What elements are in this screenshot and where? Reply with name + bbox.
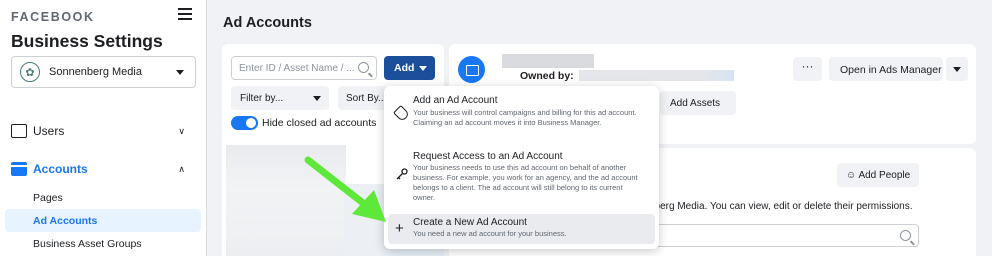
redacted-list-item <box>344 184 386 256</box>
menu-item-description: You need a new ad account for your busin… <box>413 229 567 238</box>
hide-closed-toggle[interactable] <box>231 116 258 130</box>
redacted-list-item <box>226 145 346 256</box>
menu-item-description: Your business will control campaigns and… <box>413 108 637 127</box>
add-assets-label: Add Assets <box>670 98 721 109</box>
sort-dropdown[interactable]: Sort By... <box>338 86 388 110</box>
chevron-up-icon: ∧ <box>178 163 185 174</box>
add-button-label: Add <box>394 62 415 74</box>
menu-item-title: Request Access to an Ad Account <box>413 151 563 162</box>
search-icon <box>900 230 911 241</box>
add-assets-button[interactable]: Add Assets <box>660 91 736 115</box>
accounts-icon <box>11 162 27 176</box>
menu-item-description: Your business needs to use this ad accou… <box>413 163 638 202</box>
sidebar: FACEBOOK Business Settings ✿ Sonnenberg … <box>0 0 207 256</box>
menu-item-request-access[interactable]: Request Access to an Ad Account Your bus… <box>384 146 659 214</box>
search-input[interactable]: Enter ID / Asset Name / ... <box>231 56 377 80</box>
filter-label: Filter by... <box>240 93 284 104</box>
toggle-label: Hide closed ad accounts <box>262 117 377 129</box>
sidebar-item-users[interactable]: Users ∨ <box>0 120 206 142</box>
business-name: Sonnenberg Media <box>49 66 142 78</box>
add-button[interactable]: Add <box>384 56 435 80</box>
chevron-down-icon <box>313 96 321 101</box>
menu-item-create-ad-account[interactable]: + Create a New Ad Account You need a new… <box>384 214 659 244</box>
search-icon <box>358 62 369 73</box>
people-search-input[interactable] <box>649 224 919 247</box>
sidebar-subitem-ad-accounts[interactable]: Ad Accounts <box>33 215 97 227</box>
brand-logo: FACEBOOK <box>11 10 95 24</box>
page-heading: Business Settings <box>11 31 163 51</box>
plus-icon: + <box>395 220 404 237</box>
sidebar-item-accounts[interactable]: Accounts ∧ <box>0 158 206 180</box>
filter-dropdown[interactable]: Filter by... <box>231 86 329 110</box>
menu-item-title: Add an Ad Account <box>413 95 498 106</box>
chevron-down-icon <box>953 67 961 72</box>
sidebar-subitem-pages[interactable]: Pages <box>33 192 63 204</box>
add-people-button[interactable]: ☺ Add People <box>837 163 919 187</box>
business-selector[interactable]: ✿ Sonnenberg Media <box>11 56 196 88</box>
more-options-button[interactable]: ··· <box>793 57 822 81</box>
sidebar-item-label: Users <box>33 124 65 138</box>
ads-manager-options-button[interactable] <box>946 57 968 81</box>
page-title: Ad Accounts <box>223 15 312 31</box>
chevron-down-icon <box>176 70 184 75</box>
key-icon <box>396 168 408 180</box>
chevron-down-icon: ∨ <box>178 125 185 136</box>
menu-item-add-ad-account[interactable]: Add an Ad Account Your business will con… <box>384 86 659 146</box>
person-icon: ☺ <box>846 170 857 181</box>
sidebar-subitem-business-asset-groups[interactable]: Business Asset Groups <box>33 238 142 250</box>
add-people-label: Add People <box>858 170 911 181</box>
menu-icon[interactable] <box>178 8 192 20</box>
permissions-text: nberg Media. You can view, edit or delet… <box>649 201 913 212</box>
sidebar-item-label: Accounts <box>33 162 88 176</box>
users-icon <box>11 124 27 138</box>
redacted-account-name <box>502 54 594 68</box>
sort-label: Sort By... <box>346 93 387 104</box>
search-placeholder: Enter ID / Asset Name / ... <box>239 63 355 74</box>
add-dropdown-menu: Add an Ad Account Your business will con… <box>384 86 659 249</box>
menu-item-title: Create a New Ad Account <box>413 217 527 228</box>
open-in-ads-manager-button[interactable]: Open in Ads Manager <box>829 57 943 81</box>
owned-by-label: Owned by: <box>520 70 574 82</box>
business-logo-icon: ✿ <box>20 62 40 82</box>
tag-icon <box>393 105 410 122</box>
chevron-down-icon <box>419 66 427 71</box>
redacted-owner <box>579 70 734 81</box>
ad-account-icon <box>458 56 485 83</box>
